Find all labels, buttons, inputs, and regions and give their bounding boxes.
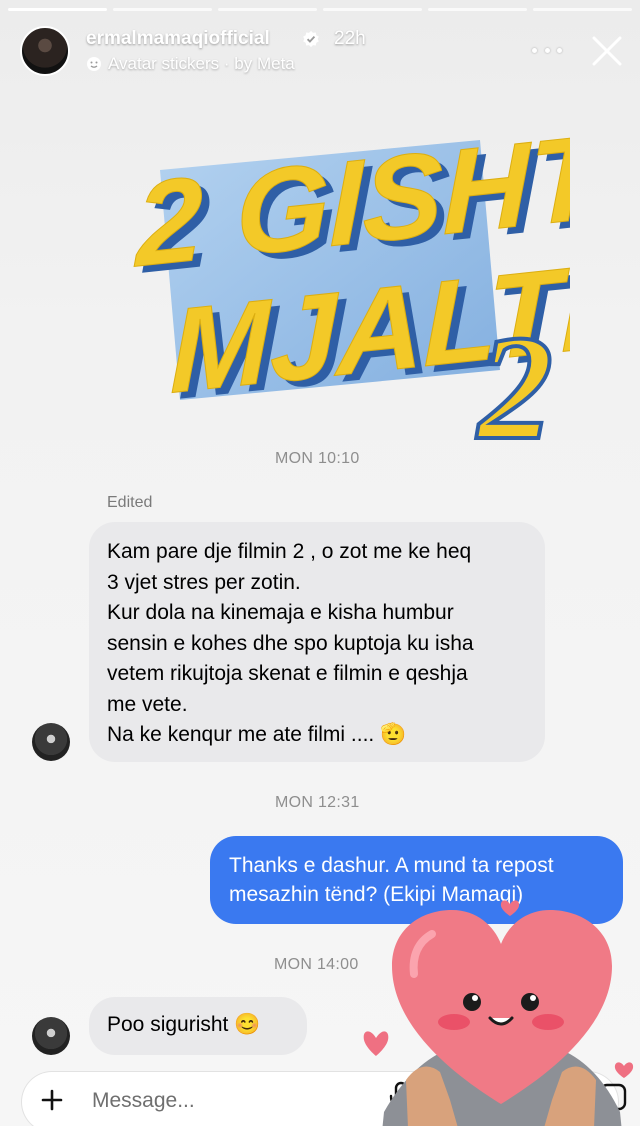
- plus-icon: [41, 1089, 63, 1111]
- message-input[interactable]: [92, 1086, 372, 1116]
- message-line: vetem rikujtoja skenat e filmin e qeshja: [107, 662, 468, 685]
- progress-segment: [8, 8, 107, 11]
- timestamp: MON 12:31: [275, 794, 360, 811]
- progress-segment: [218, 8, 317, 11]
- timestamp: MON 14:00: [274, 956, 359, 973]
- message-line: Kur dola na kinemaja e kisha humbur: [107, 601, 454, 624]
- progress-segment: [533, 8, 632, 11]
- close-icon[interactable]: [590, 34, 624, 68]
- username[interactable]: ermalmamaqiofficial: [86, 28, 270, 50]
- avatar-sticker-icon: [87, 57, 101, 71]
- heart-avatar-sticker[interactable]: [362, 890, 640, 1126]
- movie-title-poster: 2 GISHT. 2 GISHT. MJALTË MJALTË 2: [134, 106, 570, 450]
- small-heart-icon: [363, 1031, 389, 1056]
- sticker-attribution[interactable]: Avatar stickers · by Meta: [86, 54, 295, 74]
- message-line: Poo sigurisht 😊: [107, 1013, 261, 1036]
- eye-icon: [521, 993, 539, 1011]
- message-line: Thanks e dashur. A mund ta repost: [229, 854, 554, 877]
- incoming-message-2[interactable]: Poo sigurisht 😊: [89, 997, 307, 1055]
- small-heart-icon: [500, 900, 520, 916]
- message-line: 3 vjet stres per zotin.: [107, 570, 301, 594]
- sticker-attribution-text: Avatar stickers · by Meta: [108, 54, 295, 73]
- timestamp: MON 10:10: [275, 450, 360, 467]
- dot-icon: [532, 47, 537, 53]
- sender-avatar[interactable]: [32, 1017, 70, 1055]
- verified-badge-icon: [303, 30, 319, 48]
- story-progress: [8, 8, 632, 11]
- post-time: 22h: [334, 28, 366, 49]
- message-line: sensin e kohes dhe spo kuptoja ku isha: [107, 631, 474, 655]
- sender-avatar[interactable]: [32, 723, 70, 761]
- add-button[interactable]: [32, 1080, 72, 1120]
- edited-label: Edited: [107, 494, 153, 511]
- message-line: Kam pare dje filmin 2 , o zot me ke heq: [107, 540, 472, 563]
- small-heart-icon: [614, 1062, 634, 1078]
- dot-icon: [544, 47, 550, 53]
- progress-segment: [323, 8, 422, 11]
- story-viewer: ermalmamaqiofficial 22h Avatar stickers …: [0, 0, 640, 1126]
- poster-number: 2: [476, 305, 553, 450]
- eye-icon: [463, 993, 481, 1011]
- message-line: me vete.: [107, 692, 188, 716]
- message-line: Na ke kenqur me ate filmi .... 🫡: [107, 723, 407, 746]
- progress-segment: [113, 8, 212, 11]
- incoming-message-1[interactable]: Kam pare dje filmin 2 , o zot me ke heq …: [89, 522, 545, 762]
- progress-segment: [428, 8, 527, 11]
- dot-icon: [557, 47, 562, 53]
- more-options-button[interactable]: [532, 40, 562, 60]
- profile-avatar[interactable]: [20, 26, 70, 76]
